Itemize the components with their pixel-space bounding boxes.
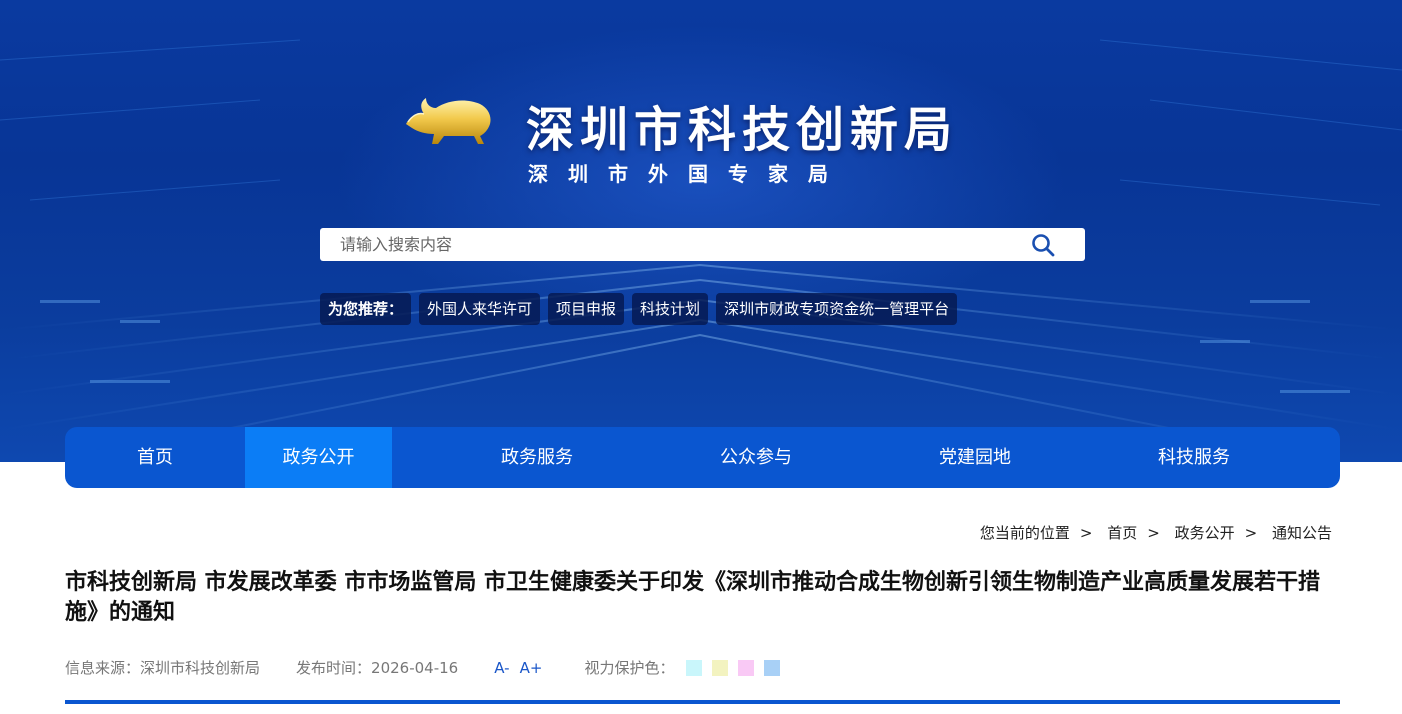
site-logo[interactable]: 深圳市科技创新局 深圳市外国专家局 bbox=[404, 88, 1004, 188]
breadcrumb-notices[interactable]: 通知公告 bbox=[1272, 524, 1332, 542]
nav-item-public-participation[interactable]: 公众参与 bbox=[682, 427, 830, 488]
breadcrumb-separator: > bbox=[1079, 524, 1093, 542]
search-icon[interactable] bbox=[1031, 233, 1055, 257]
site-subtitle: 深圳市外国专家局 bbox=[528, 162, 848, 186]
nav-item-tech-services[interactable]: 科技服务 bbox=[1120, 427, 1268, 488]
bull-logo-icon bbox=[406, 98, 491, 144]
article-title: 市科技创新局 市发展改革委 市市场监管局 市卫生健康委关于印发《深圳市推动合成生… bbox=[65, 570, 1320, 625]
breadcrumb-label: 您当前的位置 bbox=[979, 524, 1070, 542]
eye-care-color-blue[interactable] bbox=[764, 659, 781, 676]
font-larger-button[interactable]: A+ bbox=[520, 659, 543, 677]
recommend-link-foreigner-permit[interactable]: 外国人来华许可 bbox=[419, 293, 541, 325]
recommend-bar: 为您推荐： 外国人来华许可 项目申报 科技计划 深圳市财政专项资金统一管理平台 bbox=[320, 293, 958, 325]
recommend-link-tech-plan[interactable]: 科技计划 bbox=[632, 293, 709, 325]
breadcrumb-gov-affairs[interactable]: 政务公开 bbox=[1175, 524, 1235, 542]
nav-item-party-building[interactable]: 党建园地 bbox=[830, 427, 1120, 488]
search-bar bbox=[320, 228, 1085, 261]
eye-care-color-pink[interactable] bbox=[738, 659, 755, 676]
date-value: 2026-04-16 bbox=[371, 659, 459, 677]
breadcrumb: 您当前的位置 > 首页 > 政务公开 > 通知公告 bbox=[980, 522, 1332, 543]
article-date: 发布时间：2026-04-16 bbox=[296, 657, 458, 678]
breadcrumb-separator: > bbox=[1244, 524, 1258, 542]
source-value: 深圳市科技创新局 bbox=[140, 659, 261, 677]
nav-item-home[interactable]: 首页 bbox=[65, 427, 245, 488]
font-smaller-button[interactable]: A- bbox=[494, 659, 509, 677]
main-nav: 首页 政务公开 政务服务 公众参与 党建园地 科技服务 bbox=[65, 427, 1340, 488]
nav-item-gov-services[interactable]: 政务服务 bbox=[392, 427, 682, 488]
eye-care-label: 视力保护色： bbox=[584, 659, 675, 677]
recommend-link-finance-platform[interactable]: 深圳市财政专项资金统一管理平台 bbox=[716, 293, 958, 325]
content-divider bbox=[65, 700, 1340, 704]
article-source: 信息来源：深圳市科技创新局 bbox=[65, 657, 260, 678]
nav-item-gov-affairs[interactable]: 政务公开 bbox=[245, 427, 392, 488]
source-label: 信息来源： bbox=[65, 659, 141, 677]
breadcrumb-home[interactable]: 首页 bbox=[1107, 524, 1137, 542]
article-meta: 信息来源：深圳市科技创新局 发布时间：2026-04-16 A- A+ 视力保护… bbox=[65, 657, 790, 678]
site-title: 深圳市科技创新局 bbox=[526, 102, 959, 158]
date-label: 发布时间： bbox=[296, 659, 372, 677]
recommend-label: 为您推荐： bbox=[320, 293, 412, 325]
search-input[interactable] bbox=[320, 228, 1010, 261]
eye-care-color-cyan[interactable] bbox=[686, 659, 703, 676]
header-banner: 深圳市科技创新局 深圳市外国专家局 为您推荐： 外国人来华许可 项目申报 科技计… bbox=[0, 0, 1402, 462]
eye-care-color-yellow[interactable] bbox=[712, 659, 729, 676]
recommend-link-project-apply[interactable]: 项目申报 bbox=[548, 293, 625, 325]
breadcrumb-separator: > bbox=[1147, 524, 1160, 542]
